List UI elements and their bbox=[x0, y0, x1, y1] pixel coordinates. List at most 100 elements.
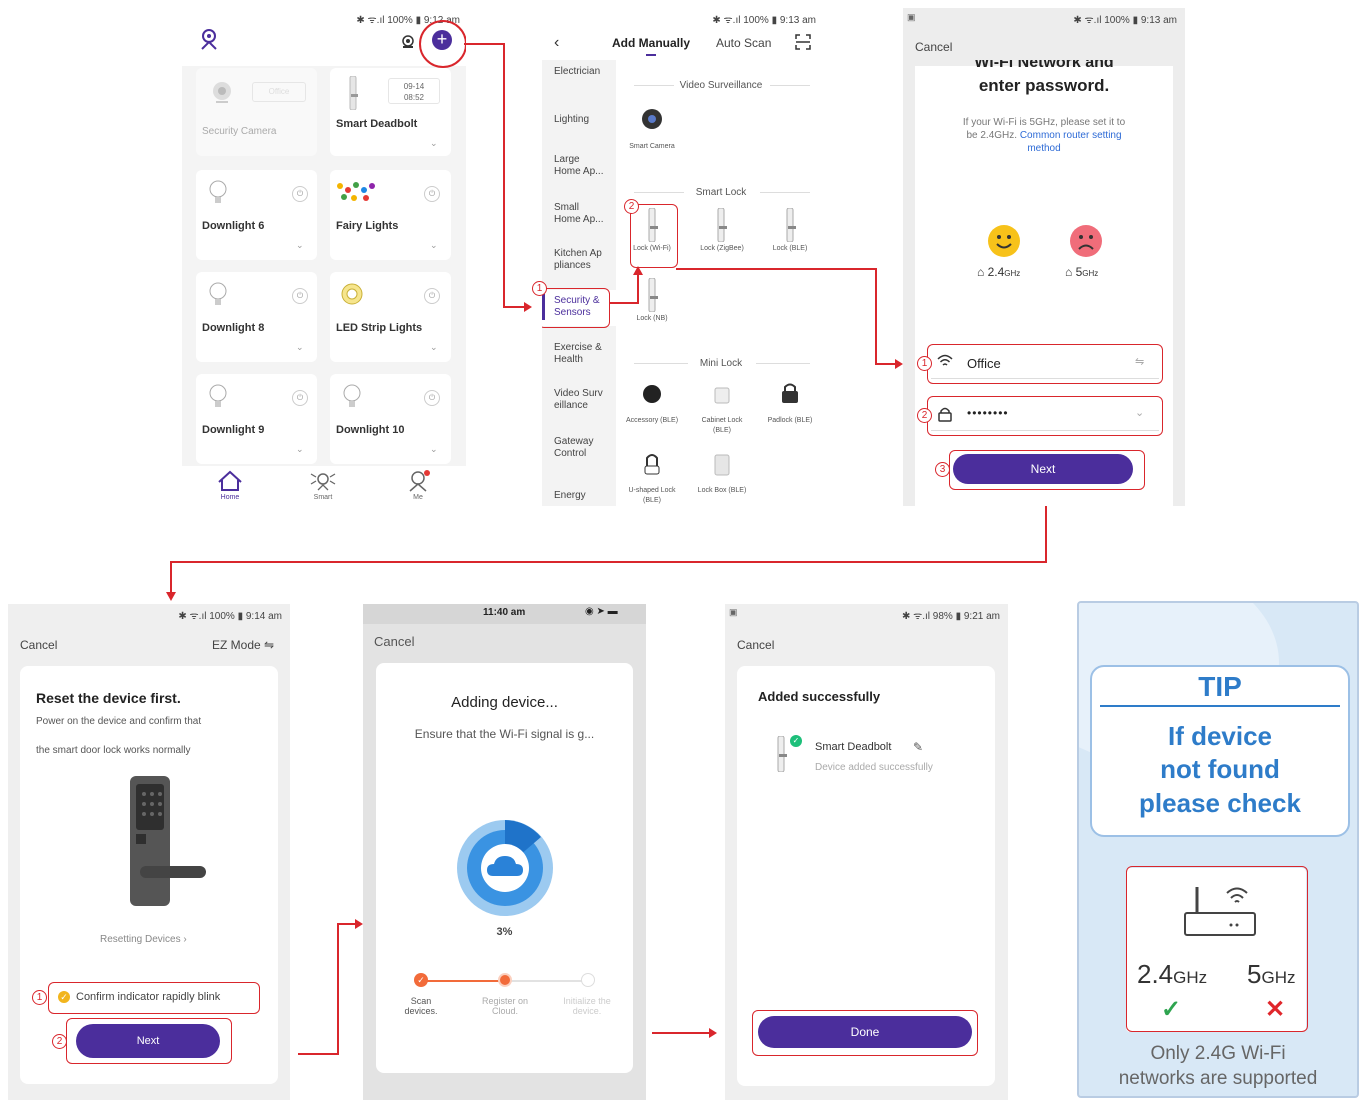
u-shaped-lock-icon[interactable] bbox=[644, 452, 660, 481]
section-title: Mini Lock bbox=[699, 358, 743, 369]
tab-smart[interactable]: Smart bbox=[303, 494, 343, 501]
product-label: Lock Box (BLE) bbox=[697, 487, 747, 494]
power-icon[interactable]: ⏻ bbox=[292, 186, 308, 202]
category-item[interactable]: Electrician bbox=[554, 66, 616, 78]
chevron-down-icon[interactable]: ⌄ bbox=[430, 240, 438, 251]
cancel-button[interactable]: Cancel bbox=[737, 638, 774, 652]
device-card-downlight-10[interactable]: ⏻ Downlight 10 ⌄ bbox=[330, 374, 451, 464]
resetting-devices-link[interactable]: Resetting Devices › bbox=[100, 934, 187, 945]
smart-camera-icon[interactable] bbox=[641, 108, 663, 137]
tip-line-3: please check bbox=[1139, 788, 1301, 818]
bulb-icon bbox=[208, 180, 228, 211]
cabinet-lock-icon[interactable] bbox=[714, 386, 730, 409]
device-card-downlight-8[interactable]: ⏻ Downlight 8 ⌄ bbox=[196, 272, 317, 362]
chevron-down-icon[interactable]: ⌄ bbox=[430, 342, 438, 353]
tip-line-2: not found bbox=[1160, 754, 1280, 784]
chevron-down-icon[interactable]: ⌄ bbox=[296, 240, 304, 251]
power-icon[interactable]: ⏻ bbox=[292, 390, 308, 406]
step-initialize-label: Initialize the device. bbox=[563, 996, 611, 1016]
device-card-led-strip[interactable]: ⏻ LED Strip Lights ⌄ bbox=[330, 272, 451, 362]
device-card-downlight-6[interactable]: ⏻ Downlight 6 ⌄ bbox=[196, 170, 317, 260]
chevron-down-icon[interactable]: ⌄ bbox=[296, 342, 304, 353]
timestamp-box: 09-14 08:52 bbox=[388, 78, 440, 104]
me-tab-icon[interactable] bbox=[406, 470, 432, 497]
heading: enter password. bbox=[978, 76, 1110, 95]
tip-title-underline bbox=[1100, 705, 1340, 707]
product-label: Lock (BLE) bbox=[772, 245, 808, 252]
divider bbox=[760, 192, 810, 193]
office-tag: Office bbox=[252, 82, 306, 102]
device-card-downlight-9[interactable]: ⏻ Downlight 9 ⌄ bbox=[196, 374, 317, 464]
lock-nb-icon[interactable] bbox=[646, 277, 658, 317]
flow-arrow bbox=[1045, 506, 1047, 562]
cancel-button[interactable]: Cancel bbox=[374, 634, 414, 649]
profile-icon[interactable] bbox=[198, 28, 220, 50]
tab-add-manually[interactable]: Add Manually bbox=[612, 36, 690, 50]
accessory-icon[interactable] bbox=[642, 384, 662, 409]
device-card-smart-deadbolt[interactable]: 09-14 08:52 Smart Deadbolt ⌄ bbox=[330, 68, 451, 156]
camera-device-icon bbox=[210, 80, 234, 104]
category-item[interactable]: Gateway Control bbox=[554, 436, 606, 460]
lock-zigbee-icon[interactable] bbox=[715, 207, 727, 247]
device-card-fairy-lights[interactable]: ⏻ Fairy Lights ⌄ bbox=[330, 170, 451, 260]
scan-icon[interactable] bbox=[795, 34, 811, 55]
step-marker: 1 bbox=[32, 990, 47, 1005]
category-item[interactable]: Small Home Ap... bbox=[554, 202, 606, 226]
tab-home[interactable]: Home bbox=[210, 494, 250, 501]
divider bbox=[756, 363, 810, 364]
cancel-button[interactable]: Cancel bbox=[915, 40, 952, 54]
door-lock-image bbox=[126, 774, 208, 915]
tab-auto-scan[interactable]: Auto Scan bbox=[716, 36, 771, 50]
lock-ble-icon[interactable] bbox=[784, 207, 796, 247]
flow-arrow bbox=[170, 561, 172, 593]
back-icon[interactable]: ‹ bbox=[554, 34, 559, 52]
ez-mode-toggle[interactable]: EZ Mode ⇋ bbox=[212, 638, 274, 652]
padlock-icon[interactable] bbox=[780, 382, 800, 409]
band-5-value: 5 bbox=[1247, 959, 1262, 989]
band-24-unit: GHz bbox=[1004, 269, 1021, 278]
category-item[interactable]: Exercise & Health bbox=[554, 342, 606, 366]
power-icon[interactable]: ⏻ bbox=[424, 288, 440, 304]
product-label: Cabinet Lock (BLE) bbox=[701, 417, 743, 434]
power-icon[interactable]: ⏻ bbox=[292, 288, 308, 304]
highlight-next bbox=[66, 1018, 232, 1064]
wifi-note: If your Wi-Fi is 5GHz, please set it to … bbox=[959, 116, 1129, 155]
device-name: LED Strip Lights bbox=[336, 322, 423, 334]
edit-icon[interactable]: ✎ bbox=[913, 740, 923, 754]
step-scan-label: Scan devices. bbox=[404, 996, 438, 1016]
status-icons: ◉ ➤ ▬ bbox=[585, 606, 618, 617]
device-name: Downlight 6 bbox=[202, 220, 265, 232]
highlight-add bbox=[419, 20, 466, 68]
added-success-screen: ✱ ᯤ.ıl 98% ▮ 9:21 am ▣ Cancel Added succ… bbox=[725, 604, 1008, 1100]
power-icon[interactable]: ⏻ bbox=[424, 390, 440, 406]
chevron-down-icon[interactable]: ⌄ bbox=[296, 444, 304, 455]
category-item[interactable]: Energy bbox=[554, 490, 616, 502]
home-tab-icon[interactable] bbox=[216, 470, 244, 497]
success-check-icon: ✓ bbox=[790, 735, 802, 747]
reset-device-screen: ✱ ᯤ.ıl 100% ▮ 9:14 am Cancel EZ Mode ⇋ R… bbox=[8, 604, 290, 1100]
flow-arrow bbox=[337, 924, 339, 1055]
device-card-security-camera[interactable]: Office Security Camera bbox=[196, 68, 317, 156]
category-item[interactable]: Lighting bbox=[554, 114, 616, 126]
chevron-down-icon[interactable]: ⌄ bbox=[430, 444, 438, 455]
chevron-down-icon[interactable]: ⌄ bbox=[430, 138, 438, 149]
tab-me[interactable]: Me bbox=[398, 494, 438, 501]
band-5: ⌂ 5GHz bbox=[1065, 265, 1098, 279]
lock-box-icon[interactable] bbox=[713, 454, 731, 481]
cancel-button[interactable]: Cancel bbox=[20, 638, 57, 652]
step-initialize-icon bbox=[581, 973, 595, 987]
category-item[interactable]: Large Home Ap... bbox=[554, 154, 606, 178]
category-item[interactable]: Video Surv eillance bbox=[554, 388, 606, 412]
step-register-label: Register on Cloud. bbox=[481, 996, 529, 1016]
smart-tab-icon[interactable] bbox=[308, 470, 338, 497]
camera-icon[interactable] bbox=[401, 35, 415, 49]
step-marker: 3 bbox=[935, 462, 950, 477]
band-24: ⌂ 2.4GHz bbox=[977, 265, 1020, 279]
band-24-value: 2.4 bbox=[1137, 959, 1174, 989]
success-title: Added successfully bbox=[758, 689, 881, 704]
flow-arrow-head bbox=[633, 266, 643, 275]
category-item[interactable]: Kitchen Ap pliances bbox=[554, 248, 606, 272]
power-icon[interactable]: ⏻ bbox=[424, 186, 440, 202]
device-name: Downlight 9 bbox=[202, 424, 265, 436]
router-setting-link[interactable]: Common router setting method bbox=[1020, 130, 1122, 154]
